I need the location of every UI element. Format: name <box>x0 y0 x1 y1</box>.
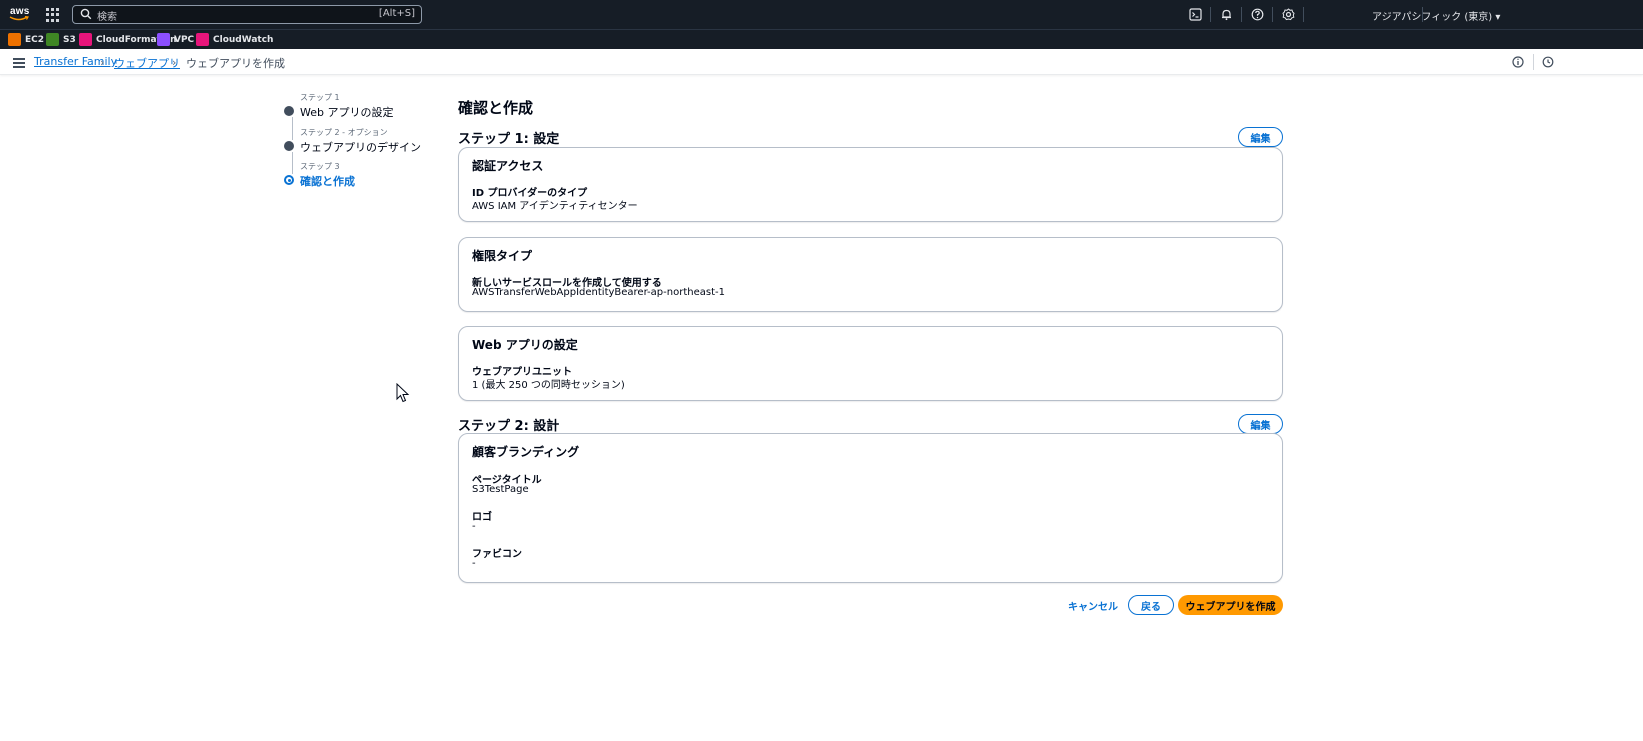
region-selector[interactable]: アジアパシフィック (東京) ▾ <box>1372 8 1500 23</box>
aws-logo[interactable]: aws <box>8 5 34 25</box>
field-value: AWS IAM アイデンティティセンター <box>472 201 638 212</box>
card-title: 認証アクセス <box>472 159 544 173</box>
field-value: S3TestPage <box>472 484 529 495</box>
ec2-icon <box>8 33 21 46</box>
help-icon[interactable] <box>1251 8 1264 21</box>
breadcrumb-bar: Transfer Family › ウェブアプリ › ウェブアプリを作成 <box>0 49 1643 75</box>
shortcut-cloudwatch[interactable]: CloudWatch <box>196 33 273 46</box>
wizard-step-3-label: ステップ 3 <box>300 162 340 171</box>
step1-heading: ステップ 1: 設定 <box>458 132 560 147</box>
back-button[interactable]: 戻る <box>1128 595 1174 615</box>
services-grid-icon[interactable] <box>46 8 60 22</box>
history-clock-icon[interactable] <box>1542 56 1554 68</box>
notifications-bell-icon[interactable] <box>1220 8 1233 21</box>
field-value: - <box>472 521 476 532</box>
cloudwatch-icon <box>196 33 209 46</box>
search-icon <box>80 8 92 20</box>
breadcrumb-web-apps[interactable]: ウェブアプリ <box>114 55 180 71</box>
card-title: 顧客ブランディング <box>472 445 580 459</box>
menu-hamburger-icon[interactable] <box>13 58 25 68</box>
cloudformation-icon <box>79 33 92 46</box>
step2-edit-button[interactable]: 編集 <box>1238 414 1283 434</box>
wizard-step-1-dot <box>284 106 294 116</box>
field-value: 1 (最大 250 つの同時セッション) <box>472 380 625 391</box>
card-web-app-settings: Web アプリの設定 ウェブアプリユニット 1 (最大 250 つの同時セッショ… <box>458 326 1283 401</box>
breadcrumb-transfer-family[interactable]: Transfer Family <box>34 55 117 68</box>
breadcrumb-current: ウェブアプリを作成 <box>186 57 285 70</box>
field-value: AWSTransferWebAppIdentityBearer-ap-north… <box>472 287 725 298</box>
vpc-icon <box>157 33 170 46</box>
wizard-step-1-title[interactable]: Web アプリの設定 <box>300 104 393 120</box>
wizard-step-1-label: ステップ 1 <box>300 93 340 102</box>
field-value: - <box>472 558 476 569</box>
chevron-right-icon: › <box>100 56 105 69</box>
wizard-step-2-title[interactable]: ウェブアプリのデザイン <box>300 139 421 155</box>
card-title: Web アプリの設定 <box>472 338 578 352</box>
step1-edit-button[interactable]: 編集 <box>1238 127 1283 147</box>
cancel-button[interactable]: キャンセル <box>1068 598 1118 613</box>
card-permission-type: 権限タイプ 新しいサービスロールを作成して使用する AWSTransferWeb… <box>458 237 1283 312</box>
step2-heading: ステップ 2: 設計 <box>458 419 560 434</box>
card-customer-branding: 顧客ブランディング ページタイトル S3TestPage ロゴ - ファビコン … <box>458 433 1283 583</box>
wizard-step-2-dot <box>284 141 294 151</box>
aws-smile-icon <box>9 16 29 21</box>
create-web-app-button[interactable]: ウェブアプリを作成 <box>1178 595 1283 615</box>
search-shortcut: [Alt+S] <box>378 8 415 19</box>
cloudshell-icon[interactable] <box>1189 8 1202 21</box>
shortcut-vpc[interactable]: VPC <box>157 33 194 46</box>
page-title: 確認と作成 <box>458 99 534 117</box>
s3-icon <box>46 33 59 46</box>
shortcut-ec2[interactable]: EC2 <box>8 33 44 46</box>
chevron-right-icon: › <box>172 56 177 69</box>
search-placeholder: 検索 <box>97 12 117 23</box>
card-auth-access: 認証アクセス ID プロバイダーのタイプ AWS IAM アイデンティティセンタ… <box>458 147 1283 222</box>
card-title: 権限タイプ <box>472 249 533 263</box>
wizard-step-2-label: ステップ 2 - オプション <box>300 128 388 137</box>
favorites-bar: EC2 S3 CloudFormation VPC CloudWatch <box>0 29 1643 49</box>
field-key: ファビコン <box>472 549 522 560</box>
mouse-cursor-icon <box>396 383 410 403</box>
info-icon[interactable] <box>1512 56 1524 68</box>
wizard-step-3-title: 確認と作成 <box>300 175 355 188</box>
settings-gear-icon[interactable] <box>1282 8 1295 21</box>
top-navigation: aws 検索 [Alt+S] アジアパシフィック (東京) ▾ <box>0 0 1643 29</box>
search-input[interactable]: 検索 [Alt+S] <box>72 5 422 24</box>
wizard-step-3-dot <box>284 175 294 185</box>
shortcut-s3[interactable]: S3 <box>46 33 76 46</box>
